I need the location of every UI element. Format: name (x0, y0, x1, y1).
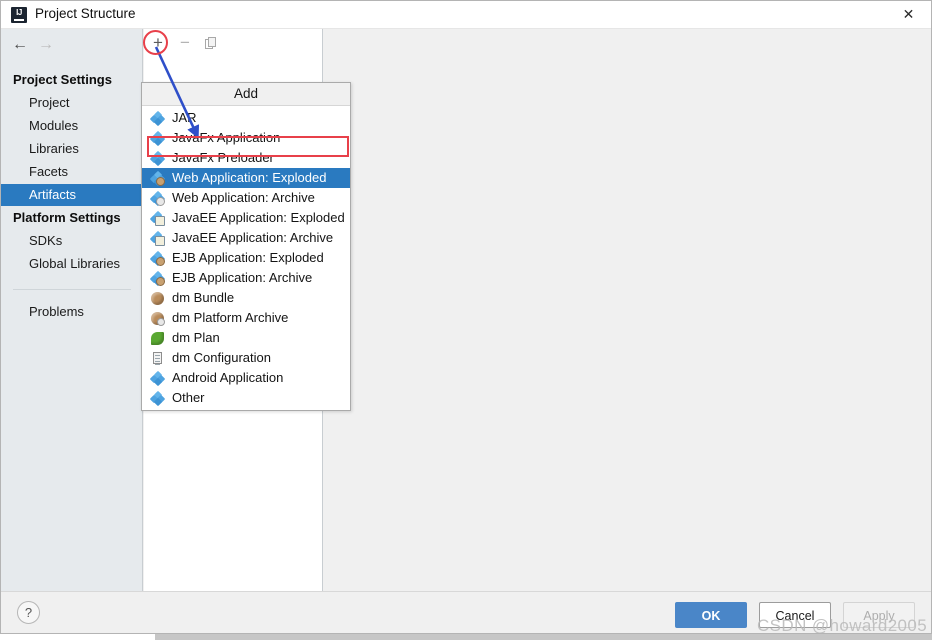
artifact-detail-pane (324, 29, 931, 591)
sidebar-divider (13, 289, 131, 290)
popup-item-label: JavaEE Application: Exploded (172, 210, 345, 225)
sidebar-item-facets[interactable]: Facets (1, 161, 143, 183)
apply-button: Apply (843, 602, 915, 628)
sidebar-item-global-libraries[interactable]: Global Libraries (1, 253, 143, 275)
popup-item-label: JavaEE Application: Archive (172, 230, 334, 245)
forward-arrow-icon[interactable]: → (35, 35, 57, 55)
help-button[interactable]: ? (17, 601, 40, 624)
logo-underline (14, 19, 24, 21)
close-button[interactable]: ✕ (886, 1, 931, 28)
web-application-exploded-icon (149, 170, 166, 187)
project-structure-dialog: IJ Project Structure ✕ ← → Project Setti… (0, 0, 932, 634)
javaee-application-archive-icon (149, 230, 166, 247)
sidebar-item-project[interactable]: Project (1, 92, 143, 114)
popup-item-web-application-exploded[interactable]: Web Application: Exploded (142, 168, 350, 188)
page-title: Project Structure (35, 6, 136, 21)
sidebar-item-problems[interactable]: Problems (1, 301, 143, 323)
popup-item-other[interactable]: Other (142, 388, 350, 408)
sidebar-item-modules[interactable]: Modules (1, 115, 143, 137)
popup-item-label: EJB Application: Archive (172, 270, 313, 285)
popup-item-label: dm Configuration (172, 350, 271, 365)
desktop-shade (155, 634, 932, 640)
popup-item-label: JAR (172, 110, 197, 125)
popup-item-javaee-application-exploded[interactable]: JavaEE Application: Exploded (142, 208, 350, 228)
dm-platform-archive-sphere-icon (150, 311, 165, 326)
popup-item-label: Other (172, 390, 205, 405)
popup-header-label: Add (142, 83, 350, 106)
popup-item-javafx-preloader[interactable]: JavaFx Preloader (142, 148, 350, 168)
sidebar-item-libraries[interactable]: Libraries (1, 138, 143, 160)
popup-item-label: JavaFx Application (172, 130, 281, 145)
popup-item-dm-configuration[interactable]: dm Configuration (142, 348, 350, 368)
sidebar-group-platform-settings: Platform Settings (13, 210, 121, 225)
intellij-logo-icon: IJ (11, 7, 27, 23)
popup-item-label: EJB Application: Exploded (172, 250, 324, 265)
javafx-preloader-diamond-icon (149, 150, 166, 167)
settings-sidebar: ← → Project Settings Project Modules Lib… (1, 29, 143, 591)
navigation-arrows: ← → (1, 29, 143, 59)
popup-item-label: dm Platform Archive (172, 310, 289, 325)
popup-item-web-application-archive[interactable]: Web Application: Archive (142, 188, 350, 208)
sidebar-group-project-settings: Project Settings (13, 72, 112, 87)
ejb-application-exploded-icon (149, 250, 166, 267)
popup-item-list: JAR JavaFx Application JavaFx Preloader (142, 106, 350, 410)
copy-icon[interactable] (201, 33, 221, 53)
popup-item-javafx-application[interactable]: JavaFx Application (142, 128, 350, 148)
remove-icon[interactable]: − (175, 33, 195, 53)
popup-item-label: JavaFx Preloader (172, 150, 274, 165)
jar-diamond-icon (149, 110, 166, 127)
android-application-diamond-icon (149, 370, 166, 387)
add-icon[interactable]: + (148, 33, 168, 53)
popup-item-dm-bundle[interactable]: dm Bundle (142, 288, 350, 308)
dm-bundle-sphere-icon (150, 291, 165, 306)
popup-item-jar[interactable]: JAR (142, 108, 350, 128)
close-icon: ✕ (902, 6, 915, 22)
popup-item-label: dm Bundle (172, 290, 235, 305)
dialog-content: ← → Project Settings Project Modules Lib… (1, 29, 931, 591)
sidebar-item-sdks[interactable]: SDKs (1, 230, 143, 252)
dm-configuration-document-icon (150, 351, 165, 366)
ok-button[interactable]: OK (675, 602, 747, 628)
popup-item-label: dm Plan (172, 330, 220, 345)
popup-item-android-application[interactable]: Android Application (142, 368, 350, 388)
popup-item-label: Android Application (172, 370, 284, 385)
add-artifact-popup: Add JAR JavaFx Application JavaFx Preloa… (141, 82, 351, 411)
javafx-application-diamond-icon (149, 130, 166, 147)
dm-plan-leaf-icon (150, 331, 165, 346)
title-bar: IJ Project Structure ✕ (1, 1, 931, 29)
popup-item-dm-plan[interactable]: dm Plan (142, 328, 350, 348)
popup-item-dm-platform-archive[interactable]: dm Platform Archive (142, 308, 350, 328)
back-arrow-icon[interactable]: ← (9, 35, 31, 55)
popup-item-javaee-application-archive[interactable]: JavaEE Application: Archive (142, 228, 350, 248)
javaee-application-exploded-icon (149, 210, 166, 227)
sidebar-item-artifacts[interactable]: Artifacts (1, 184, 143, 206)
ejb-application-archive-icon (149, 270, 166, 287)
popup-item-ejb-application-exploded[interactable]: EJB Application: Exploded (142, 248, 350, 268)
popup-item-label: Web Application: Exploded (172, 170, 327, 185)
logo-text: IJ (16, 8, 22, 17)
artifacts-toolbar: + − (144, 29, 326, 57)
other-diamond-icon (149, 390, 166, 407)
web-application-archive-icon (149, 190, 166, 207)
popup-item-ejb-application-archive[interactable]: EJB Application: Archive (142, 268, 350, 288)
cancel-button[interactable]: Cancel (759, 602, 831, 628)
popup-item-label: Web Application: Archive (172, 190, 315, 205)
desktop-background (0, 634, 932, 640)
help-icon: ? (24, 605, 33, 620)
